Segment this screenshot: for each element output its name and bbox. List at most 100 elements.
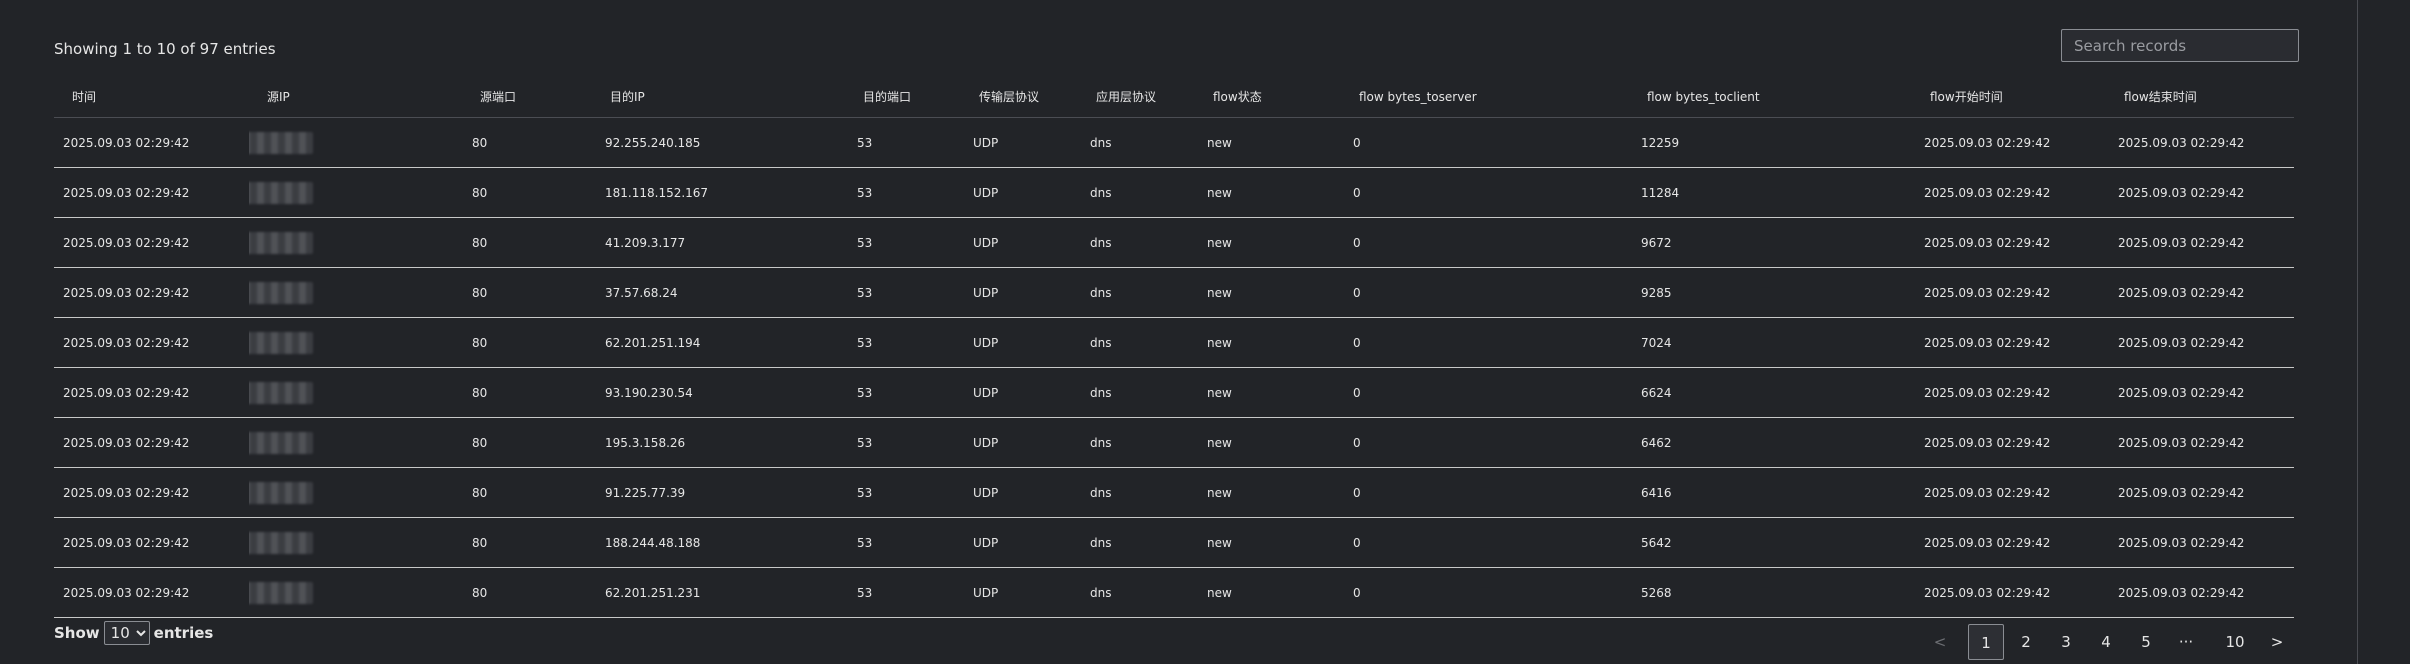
cell-app-protocol: dns (1086, 567, 1203, 618)
redacted-ip-mask (249, 281, 313, 304)
table-row[interactable]: 2025.09.03 02:29:42 80 91.225.77.39 53 UDP dn… (54, 467, 2294, 518)
cell-app-protocol: dns (1086, 167, 1203, 218)
cell-src-ip (249, 417, 467, 468)
table-row[interactable]: 2025.09.03 02:29:42 80 181.118.152.167 53 UD… (54, 167, 2294, 218)
cell-bytes-toserver: 0 (1349, 317, 1637, 368)
cell-src-ip (249, 217, 467, 268)
cell-value: 0 (1353, 235, 1361, 250)
cell-flow-end: 2025.09.03 02:29:42 (2114, 217, 2294, 268)
cell-value: 6624 (1641, 385, 1672, 400)
column-header-flow-end[interactable]: flow结束时间 (2114, 76, 2294, 118)
cell-flow-start: 2025.09.03 02:29:42 (1920, 267, 2114, 318)
table-header-row: 时间 源IP 源端口 目的IP 目的端口 传输层协议 应用层协议 flow状态 flow byt… (54, 76, 2294, 118)
cell-flow-start: 2025.09.03 02:29:42 (1920, 467, 2114, 518)
column-header-src-ip[interactable]: 源IP (249, 76, 467, 118)
cell-value: dns (1090, 235, 1112, 250)
cell-value: new (1207, 335, 1232, 350)
cell-transport-protocol: UDP (969, 517, 1086, 568)
cell-value: 5268 (1641, 585, 1672, 600)
cell-src-port: 80 (467, 317, 585, 368)
cell-flow-state: new (1203, 367, 1349, 418)
cell-src-ip (249, 467, 467, 518)
cell-time: 2025.09.03 02:29:42 (54, 417, 249, 468)
table-row[interactable]: 2025.09.03 02:29:42 80 195.3.158.26 53 UDP dn… (54, 417, 2294, 468)
cell-time: 2025.09.03 02:29:42 (54, 567, 249, 618)
table-row[interactable]: 2025.09.03 02:29:42 80 188.244.48.188 53 UDP… (54, 517, 2294, 568)
column-header-dst-ip[interactable]: 目的IP (585, 76, 853, 118)
column-header-bytes-toserver[interactable]: flow bytes_toserver (1349, 76, 1637, 118)
cell-src-port: 80 (467, 217, 585, 268)
page-button-4[interactable]: 4 (2088, 624, 2124, 660)
cell-value: 80 (472, 335, 488, 350)
cell-flow-end: 2025.09.03 02:29:42 (2114, 267, 2294, 318)
table-row[interactable]: 2025.09.03 02:29:42 80 62.201.251.194 53 UDP… (54, 317, 2294, 368)
page-button-5[interactable]: 5 (2128, 624, 2164, 660)
cell-dst-port: 53 (853, 167, 969, 218)
cell-dst-ip: 41.209.3.177 (585, 217, 853, 268)
column-header-app-protocol[interactable]: 应用层协议 (1086, 76, 1203, 118)
cell-bytes-toserver: 0 (1349, 517, 1637, 568)
column-header-bytes-toclient[interactable]: flow bytes_toclient (1637, 76, 1920, 118)
column-header-src-port[interactable]: 源端口 (467, 76, 585, 118)
table-row[interactable]: 2025.09.03 02:29:42 80 62.201.251.231 53 UDP… (54, 567, 2294, 618)
column-header-time[interactable]: 时间 (54, 76, 249, 118)
cell-app-protocol: dns (1086, 417, 1203, 468)
page-button-10[interactable]: 10 (2212, 624, 2258, 660)
page-button-3[interactable]: 3 (2048, 624, 2084, 660)
cell-value: 91.225.77.39 (605, 485, 686, 500)
cell-value: 80 (472, 235, 488, 250)
table-row[interactable]: 2025.09.03 02:29:42 80 41.209.3.177 53 UDP dn… (54, 217, 2294, 268)
page-button-2[interactable]: 2 (2008, 624, 2044, 660)
cell-src-port: 80 (467, 267, 585, 318)
cell-value: 2025.09.03 02:29:42 (1924, 135, 2051, 150)
cell-src-ip (249, 567, 467, 618)
cell-flow-state: new (1203, 417, 1349, 468)
cell-bytes-toserver: 0 (1349, 567, 1637, 618)
cell-value: 5642 (1641, 535, 1672, 550)
cell-value: 53 (857, 485, 873, 500)
prev-page-button[interactable]: < (1930, 624, 1950, 660)
table-row[interactable]: 2025.09.03 02:29:42 80 92.255.240.185 53 UDP… (54, 117, 2294, 168)
search-input[interactable] (2061, 29, 2299, 62)
cell-app-protocol: dns (1086, 217, 1203, 268)
pagination-ellipsis[interactable]: ··· (2168, 624, 2204, 660)
cell-bytes-toclient: 6462 (1637, 417, 1920, 468)
column-header-label: 时间 (72, 90, 97, 104)
cell-value: 2025.09.03 02:29:42 (2118, 385, 2245, 400)
cell-value: 2025.09.03 02:29:42 (1924, 185, 2051, 200)
cell-dst-ip: 92.255.240.185 (585, 117, 853, 168)
cell-value: 0 (1353, 435, 1361, 450)
cell-value: UDP (973, 435, 999, 450)
table-row[interactable]: 2025.09.03 02:29:42 80 37.57.68.24 53 UDP dns… (54, 267, 2294, 318)
entries-summary: Showing 1 to 10 of 97 entries (54, 40, 276, 58)
cell-dst-ip: 181.118.152.167 (585, 167, 853, 218)
page-size-control: Show 10 entries (54, 621, 213, 645)
column-header-transport-protocol[interactable]: 传输层协议 (969, 76, 1086, 118)
cell-value: new (1207, 535, 1232, 550)
cell-flow-state: new (1203, 567, 1349, 618)
page-button-1[interactable]: 1 (1968, 624, 2004, 660)
cell-flow-start: 2025.09.03 02:29:42 (1920, 317, 2114, 368)
redacted-ip-mask (249, 131, 313, 154)
column-header-label: 源端口 (480, 90, 517, 104)
cell-dst-ip: 188.244.48.188 (585, 517, 853, 568)
cell-value: 2025.09.03 02:29:42 (1924, 535, 2051, 550)
column-header-flow-state[interactable]: flow状态 (1203, 76, 1349, 118)
cell-src-port: 80 (467, 517, 585, 568)
page-size-select[interactable]: 10 (103, 621, 150, 645)
cell-value: new (1207, 135, 1232, 150)
cell-bytes-toclient: 11284 (1637, 167, 1920, 218)
table-row[interactable]: 2025.09.03 02:29:42 80 93.190.230.54 53 UDP d… (54, 367, 2294, 418)
column-header-dst-port[interactable]: 目的端口 (853, 76, 969, 118)
cell-value: 53 (857, 335, 873, 350)
column-header-flow-start[interactable]: flow开始时间 (1920, 76, 2114, 118)
data-table-page: Showing 1 to 10 of 97 entries 时间 源IP 源端口 目的… (0, 0, 2410, 664)
column-header-label: flow bytes_toserver (1359, 89, 1477, 104)
cell-value: 62.201.251.231 (605, 585, 701, 600)
cell-app-protocol: dns (1086, 317, 1203, 368)
cell-src-port: 80 (467, 467, 585, 518)
column-header-label: 目的IP (610, 90, 645, 104)
cell-value: new (1207, 185, 1232, 200)
next-page-button[interactable]: > (2262, 624, 2292, 660)
cell-value: 2025.09.03 02:29:42 (1924, 335, 2051, 350)
